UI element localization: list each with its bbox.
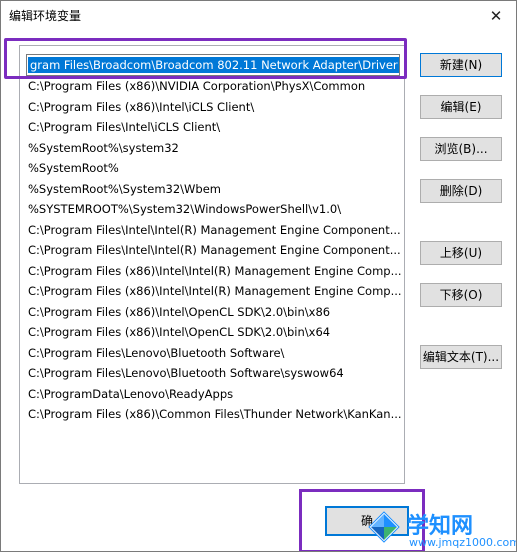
path-list[interactable]: gram Files\Broadcom\Broadcom 802.11 Netw… (19, 45, 405, 484)
list-item[interactable]: C:\ProgramData\Lenovo\ReadyApps (20, 384, 404, 404)
title-bar: 编辑环境变量 ✕ (1, 1, 516, 31)
list-item[interactable]: %SYSTEMROOT%\System32\WindowsPowerShell\… (20, 199, 404, 219)
list-item[interactable]: C:\Program Files (x86)\NVIDIA Corporatio… (20, 76, 404, 96)
list-item[interactable]: %SystemRoot%\system32 (20, 138, 404, 158)
ok-button[interactable]: 确 (325, 506, 409, 536)
watermark-url: www.jmqz1000.com (409, 536, 517, 549)
path-edit-selected-text: gram Files\Broadcom\Broadcom 802.11 Netw… (28, 57, 399, 73)
path-edit-field[interactable]: gram Files\Broadcom\Broadcom 802.11 Netw… (26, 54, 400, 76)
list-item[interactable]: C:\Program Files (x86)\Intel\OpenCL SDK\… (20, 302, 404, 322)
move-up-button[interactable]: 上移(U) (420, 241, 502, 265)
close-button[interactable]: ✕ (476, 1, 516, 31)
move-down-button[interactable]: 下移(O) (420, 283, 502, 307)
list-item[interactable]: C:\Program Files\Intel\Intel(R) Manageme… (20, 220, 404, 240)
list-item[interactable]: C:\Program Files (x86)\Intel\Intel(R) Ma… (20, 281, 404, 301)
list-item[interactable]: %SystemRoot% (20, 158, 404, 178)
watermark-text: 学知网 (407, 514, 474, 539)
list-item[interactable]: C:\Program Files\Lenovo\Bluetooth Softwa… (20, 363, 404, 383)
window-title: 编辑环境变量 (9, 9, 82, 23)
list-item[interactable]: C:\Program Files (x86)\Intel\Intel(R) Ma… (20, 261, 404, 281)
list-item[interactable]: C:\Program Files (x86)\Common Files\Thun… (20, 404, 404, 424)
edit-text-button[interactable]: 编辑文本(T)... (420, 345, 502, 369)
list-item[interactable]: C:\Program Files (x86)\Intel\iCLS Client… (20, 97, 404, 117)
list-item[interactable]: C:\Program Files\Intel\iCLS Client\ (20, 117, 404, 137)
list-item[interactable]: %SystemRoot%\System32\Wbem (20, 179, 404, 199)
list-item[interactable]: C:\Program Files\Intel\Intel(R) Manageme… (20, 240, 404, 260)
edit-env-variable-dialog: 编辑环境变量 ✕ gram Files\Broadcom\Broadcom 80… (0, 0, 517, 552)
delete-button[interactable]: 删除(D) (420, 179, 502, 203)
list-item[interactable]: C:\Program Files\Lenovo\Bluetooth Softwa… (20, 343, 404, 363)
browse-button[interactable]: 浏览(B)... (420, 137, 502, 161)
close-icon: ✕ (489, 7, 503, 25)
new-button[interactable]: 新建(N) (420, 53, 502, 77)
list-item[interactable]: C:\Program Files (x86)\Intel\OpenCL SDK\… (20, 322, 404, 342)
edit-button[interactable]: 编辑(E) (420, 95, 502, 119)
